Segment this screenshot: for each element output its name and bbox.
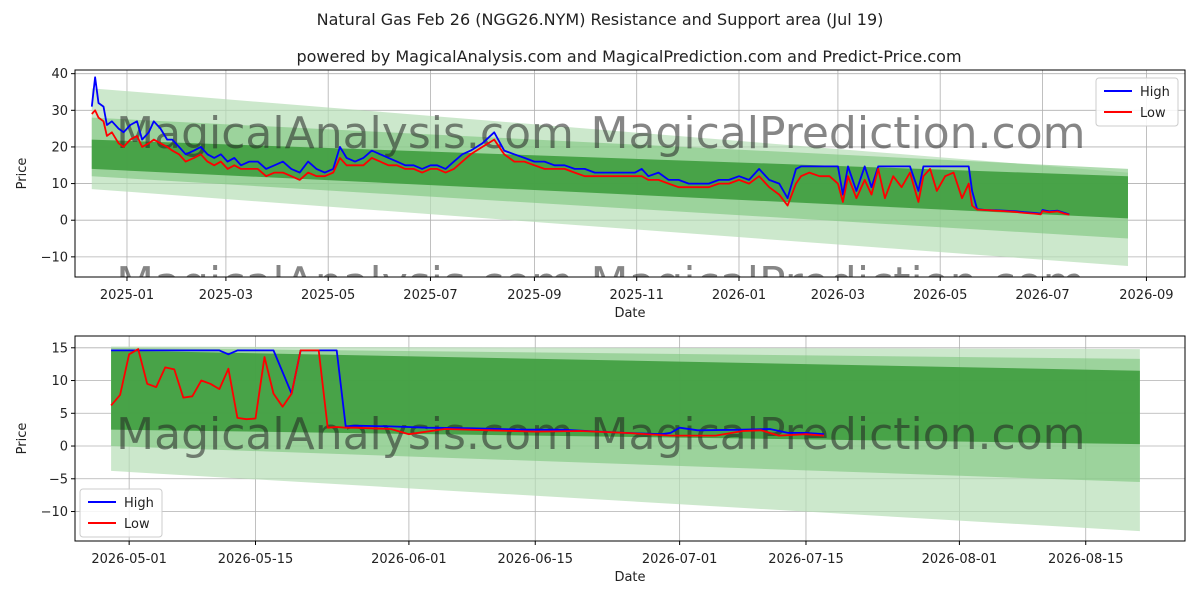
x-tick-label: 2025-11 bbox=[610, 288, 664, 303]
legend: High Low bbox=[79, 488, 163, 538]
x-tick-label: 2026-05-15 bbox=[218, 552, 294, 567]
x-axis-label: Date bbox=[614, 306, 645, 321]
x-tick-label: 2025-09 bbox=[507, 288, 561, 303]
x-tick-label: 2026-07 bbox=[1015, 288, 1069, 303]
y-tick-label: 15 bbox=[51, 341, 68, 356]
x-axis-label: Date bbox=[614, 570, 645, 585]
chart-svg: Natural Gas Feb 26 (NGG26.NYM) Resistanc… bbox=[15, 10, 1186, 585]
legend: High Low bbox=[1095, 77, 1179, 127]
x-tick-label: 2026-08-15 bbox=[1048, 552, 1124, 567]
y-tick-label: 10 bbox=[51, 374, 68, 389]
y-tick-label: −5 bbox=[49, 472, 68, 487]
y-tick-label: 5 bbox=[60, 407, 68, 422]
x-tick-label: 2025-05 bbox=[301, 288, 355, 303]
watermark-text: MagicalPrediction.com bbox=[591, 108, 1086, 159]
x-tick-label: 2026-05 bbox=[913, 288, 967, 303]
chart-subtitle: powered by MagicalAnalysis.com and Magic… bbox=[296, 47, 961, 66]
x-tick-label: 2025-01 bbox=[100, 288, 154, 303]
x-tick-label: 2026-07-01 bbox=[642, 552, 718, 567]
x-tick-label: 2026-08-01 bbox=[922, 552, 998, 567]
legend-label-low: Low bbox=[1140, 106, 1166, 121]
chart-title: Natural Gas Feb 26 (NGG26.NYM) Resistanc… bbox=[317, 10, 884, 29]
legend-label-low: Low bbox=[124, 517, 150, 532]
x-tick-label: 2025-07 bbox=[403, 288, 457, 303]
y-tick-label: 30 bbox=[51, 104, 68, 119]
x-tick-label: 2026-03 bbox=[811, 288, 865, 303]
x-tick-label: 2026-06-15 bbox=[497, 552, 573, 567]
y-tick-label: 20 bbox=[51, 140, 68, 155]
x-tick-label: 2026-06-01 bbox=[371, 552, 447, 567]
legend-label-high: High bbox=[124, 496, 154, 511]
legend-label-high: High bbox=[1140, 85, 1170, 100]
y-tick-label: 10 bbox=[51, 177, 68, 192]
y-tick-label: 0 bbox=[60, 214, 68, 229]
x-tick-label: 2026-09 bbox=[1119, 288, 1173, 303]
x-tick-label: 2025-03 bbox=[199, 288, 253, 303]
top-panel: MagicalAnalysis.com MagicalPrediction.com… bbox=[15, 67, 1186, 321]
y-tick-label: 40 bbox=[51, 67, 68, 82]
bottom-panel: MagicalAnalysis.com MagicalPrediction.com… bbox=[15, 335, 1186, 585]
y-tick-label: −10 bbox=[41, 505, 68, 520]
y-tick-label: −10 bbox=[41, 250, 68, 265]
y-axis-label: Price bbox=[15, 158, 30, 190]
y-axis-label: Price bbox=[15, 423, 30, 455]
x-tick-label: 2026-01 bbox=[712, 288, 766, 303]
y-tick-label: 0 bbox=[60, 440, 68, 455]
chart-figure: Natural Gas Feb 26 (NGG26.NYM) Resistanc… bbox=[0, 0, 1200, 600]
x-tick-label: 2026-05-01 bbox=[91, 552, 167, 567]
x-tick-label: 2026-07-15 bbox=[768, 552, 844, 567]
